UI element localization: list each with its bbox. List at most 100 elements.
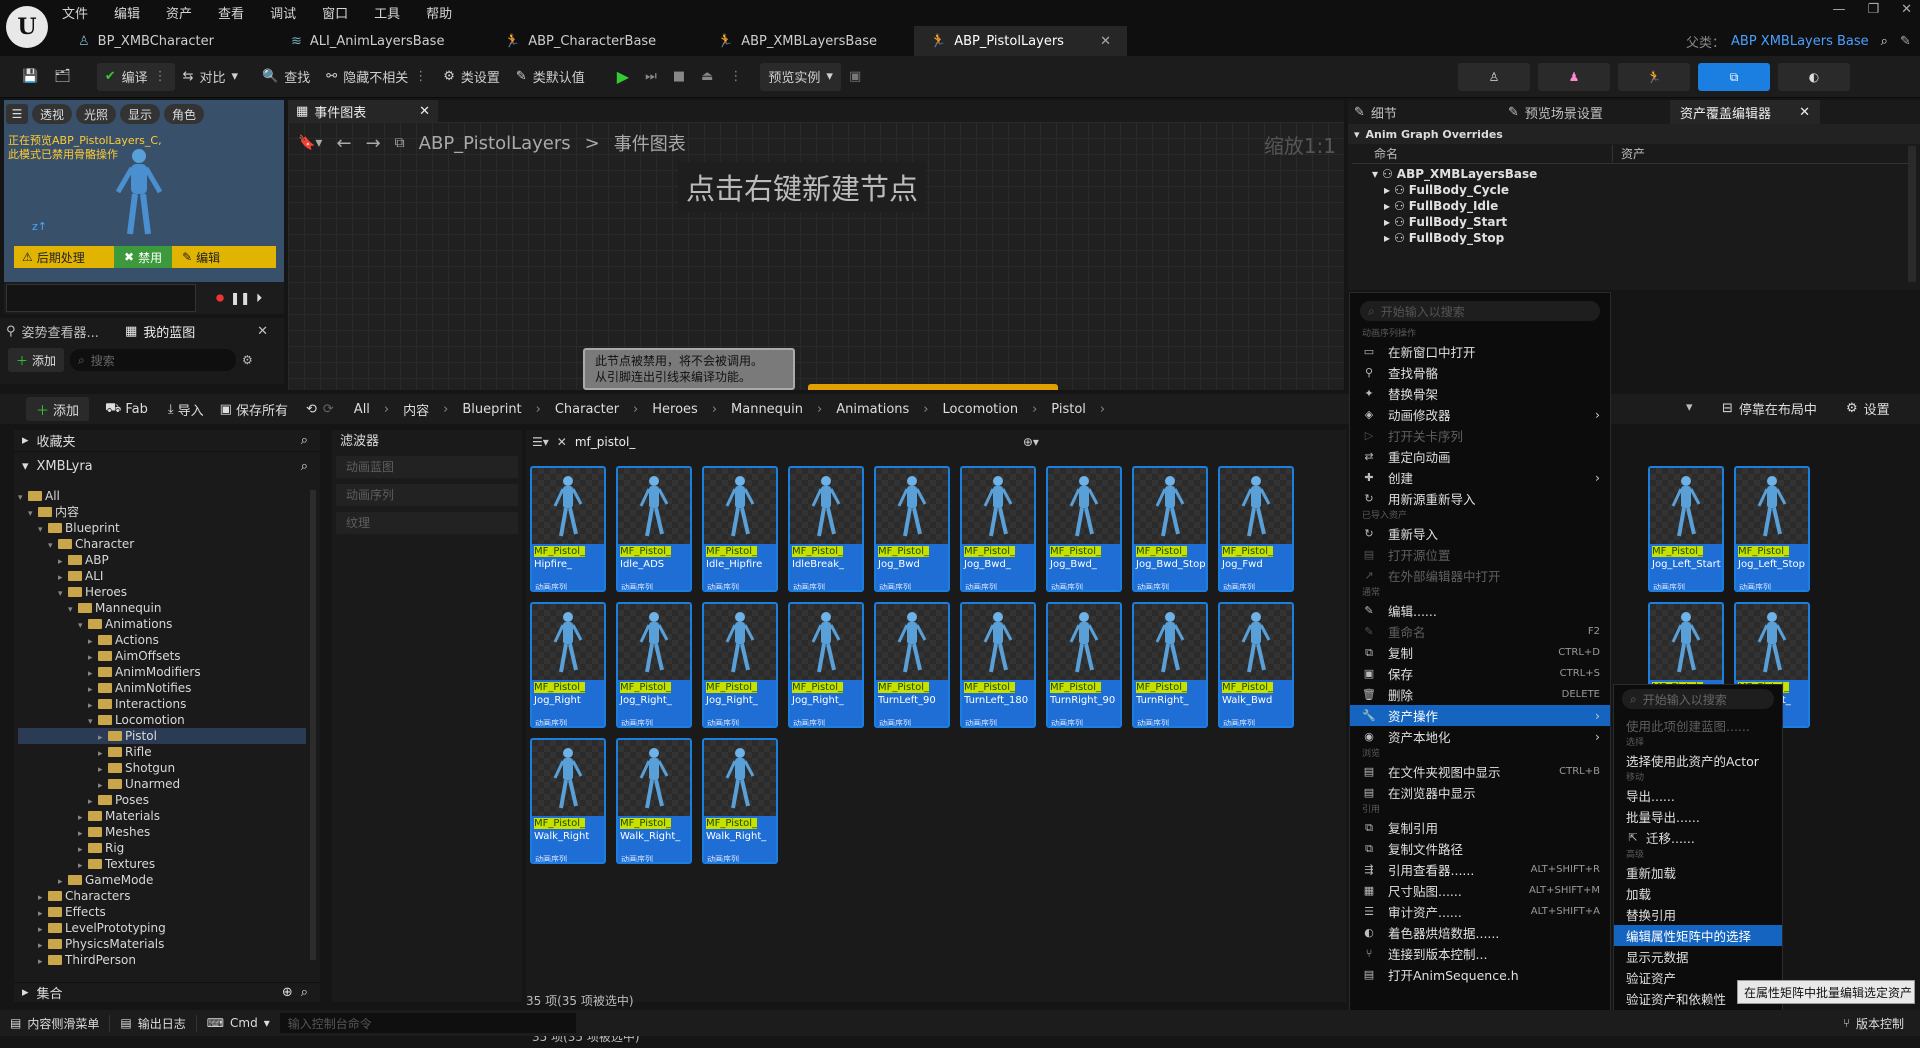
submenu-item[interactable]: 导出...... — [1614, 785, 1782, 806]
content-add-button[interactable]: ＋添加 — [26, 397, 90, 421]
path-segment[interactable]: Mannequin — [731, 402, 803, 417]
submenu-item[interactable]: 替换引用 — [1614, 904, 1782, 925]
close-tab-icon[interactable]: ✕ — [1100, 34, 1111, 49]
add-button[interactable]: ＋添加 — [8, 348, 65, 372]
menu-item[interactable]: 资产 — [166, 3, 192, 22]
submenu-item[interactable]: 批量导出...... — [1614, 806, 1782, 827]
tab-event-graph[interactable]: ▦ 事件图表 ✕ — [288, 100, 438, 122]
class-defaults-button[interactable]: ✎ 类默认值 — [508, 63, 593, 91]
skeleton-mode-icon[interactable]: ♙ — [1458, 63, 1530, 91]
folder-tree-item[interactable]: ▸ Textures — [18, 856, 306, 872]
folder-tree-item[interactable]: ▸ Meshes — [18, 824, 306, 840]
blueprint-search-input[interactable]: ⌕ 搜索 — [70, 349, 237, 371]
timeline-scrubber[interactable] — [6, 284, 196, 312]
blueprint-mode-icon[interactable]: ⧉ — [1698, 63, 1770, 91]
preview-viewport[interactable]: ☰ 透视 光照 显示 角色 正在预览ABP_PistolLayers_C, 此模… — [4, 100, 284, 282]
filter-icon[interactable]: ☰▾ — [532, 435, 549, 449]
asset-tile[interactable]: MF_Pistol_ Walk_Right_ 动画序列 — [616, 738, 692, 864]
save-icon[interactable]: 💾 — [14, 63, 46, 91]
folder-tree-item[interactable]: ▸ Pistol — [18, 728, 306, 744]
physics-mode-icon[interactable]: ◐ — [1778, 63, 1850, 91]
asset-tile[interactable]: MF_Pistol_ Jog_Right_ 动画序列 — [616, 602, 692, 728]
asset-tile[interactable]: MF_Pistol_ TurnLeft_90 动画序列 — [874, 602, 950, 728]
output-log-button[interactable]: ▤ 输出日志 — [110, 1014, 197, 1032]
gear-icon[interactable]: ⚙ — [242, 353, 253, 367]
context-menu-item[interactable]: 🗑 删除 DELETE — [1350, 684, 1610, 705]
show-button[interactable]: 显示 — [120, 104, 161, 124]
context-menu-item[interactable]: ✦ 替换骨架 — [1350, 383, 1610, 404]
bookmark-icon[interactable]: 🔖▾ — [298, 135, 322, 151]
pin-icon[interactable]: ✎ — [1900, 34, 1911, 49]
submenu-item[interactable]: 编辑属性矩阵中的选择 — [1614, 925, 1782, 946]
asset-tile[interactable]: MF_Pistol_ Jog_Right_ 动画序列 — [702, 602, 778, 728]
path-segment[interactable]: Locomotion — [943, 402, 1019, 417]
class-settings-button[interactable]: ⚙ 类设置 — [435, 63, 508, 91]
context-menu-item[interactable]: ⧉ 复制文件路径 — [1350, 838, 1610, 859]
edit-pp-button[interactable]: ✎ 编辑 — [172, 249, 230, 266]
dock-layout-button[interactable]: ⊟ 停靠在布局中 — [1722, 399, 1817, 418]
folder-tree-item[interactable]: ▾ 内容 — [18, 504, 306, 520]
asset-tile[interactable]: MF_Pistol_ Jog_Bwd_ 动画序列 — [1046, 466, 1122, 592]
folder-tree-item[interactable]: ▸ AimOffsets — [18, 648, 306, 664]
source-control-button[interactable]: ⑂ 版本控制 — [1843, 1015, 1904, 1032]
submenu-search-input[interactable]: ⌕ 开始输入以搜索 — [1622, 689, 1774, 709]
folder-tree-item[interactable]: ▸ Characters — [18, 888, 306, 904]
context-menu-item[interactable]: ⇶ 引用查看器...... ALT+SHIFT+R — [1350, 859, 1610, 880]
context-menu-item[interactable]: ↻ 重新导入 — [1350, 523, 1610, 544]
context-menu-item[interactable]: ▤ 在浏览器中显示 — [1350, 782, 1610, 803]
step-forward-icon[interactable]: ⏵ — [256, 291, 262, 306]
override-section-header[interactable]: ▾ Anim Graph Overrides — [1348, 124, 1920, 144]
context-menu-item[interactable]: ▣ 保存 CTRL+S — [1350, 663, 1610, 684]
content-drawer-button[interactable]: ▤ 内容侧滑菜单 — [0, 1014, 111, 1032]
close-tab-icon[interactable]: ✕ — [257, 324, 268, 339]
path-segment[interactable]: Blueprint — [462, 402, 521, 417]
mesh-mode-icon[interactable]: ♟ — [1538, 63, 1610, 91]
asset-tile[interactable]: MF_Pistol_ Idle_Hipfire 动画序列 — [702, 466, 778, 592]
folder-tree-item[interactable]: ▾ Blueprint — [18, 520, 306, 536]
parent-value[interactable]: ABP XMBLayers Base — [1731, 34, 1869, 49]
stop-icon[interactable]: ■ — [665, 63, 693, 91]
filter-item[interactable]: 动画蓝图 — [336, 456, 518, 478]
project-header[interactable]: ▾ XMBLyra ⌕ — [14, 454, 320, 478]
folder-tree-item[interactable]: ▸ ALI — [18, 568, 306, 584]
asset-tile[interactable]: MF_Pistol_ Jog_Right_ 动画序列 — [788, 602, 864, 728]
more-icon[interactable]: ⋮ — [721, 63, 750, 91]
folder-tree-item[interactable]: ▸ Interactions — [18, 696, 306, 712]
pause-icon[interactable]: ❚❚ — [230, 291, 250, 305]
context-menu-item[interactable]: ⧉ 复制引用 — [1350, 817, 1610, 838]
folder-tree-item[interactable]: ▸ ThirdPerson — [18, 952, 306, 968]
context-menu-item[interactable]: ▭ 在新窗口中打开 — [1350, 341, 1610, 362]
path-segment[interactable]: Heroes — [652, 402, 698, 417]
minimize-icon[interactable]: — — [1832, 2, 1845, 17]
asset-tile[interactable]: MF_Pistol_ Jog_Bwd_Stop 动画序列 — [1132, 466, 1208, 592]
folder-tree-item[interactable]: ▾ All — [18, 488, 306, 504]
close-icon[interactable]: ✕ — [1799, 105, 1810, 120]
unreal-logo-icon[interactable]: U — [6, 6, 48, 48]
menu-item[interactable]: 工具 — [374, 3, 400, 22]
asset-tile[interactable]: MF_Pistol_ Jog_Fwd 动画序列 — [1218, 466, 1294, 592]
context-menu-item[interactable]: ✎ 编辑...... — [1350, 600, 1610, 621]
context-menu-item[interactable]: ⇄ 重定向动画 — [1350, 446, 1610, 467]
folder-tree-item[interactable]: ▸ GameMode — [18, 872, 306, 888]
search-icon[interactable]: ⌕ — [1881, 34, 1888, 49]
menu-item[interactable]: 查看 — [218, 3, 244, 22]
record-icon[interactable]: ⏺ — [216, 288, 224, 308]
asset-tile[interactable]: MF_Pistol_ Jog_Right 动画序列 — [530, 602, 606, 728]
context-menu-item[interactable]: ☰ 审计资产...... ALT+SHIFT+A — [1350, 901, 1610, 922]
folder-tree-item[interactable]: ▾ Mannequin — [18, 600, 306, 616]
search-icon[interactable]: ⌕ — [301, 433, 308, 448]
path-segment[interactable]: 内容 — [403, 400, 429, 419]
animation-mode-icon[interactable]: 🏃 — [1618, 63, 1690, 91]
context-menu-item[interactable]: ⑂ 连接到版本控制... — [1350, 943, 1610, 964]
path-segment[interactable]: Animations — [836, 402, 909, 417]
cmd-dropdown[interactable]: ⌨ Cmd ▾ — [197, 1016, 280, 1030]
submenu-item[interactable]: 选择使用此资产的Actor — [1614, 750, 1782, 771]
lighting-button[interactable]: 光照 — [76, 104, 117, 124]
content-settings-button[interactable]: ⚙ 设置 — [1846, 399, 1890, 418]
folder-tree-item[interactable]: ▸ Unarmed — [18, 776, 306, 792]
asset-tile[interactable]: MF_Pistol_ TurnLeft_180 动画序列 — [960, 602, 1036, 728]
disabled-node[interactable] — [808, 384, 1058, 390]
asset-tab[interactable]: 🏃 ABP_CharacterBase — [488, 26, 701, 56]
filter-item[interactable]: 动画序列 — [336, 484, 518, 506]
asset-tile[interactable]: MF_Pistol_ Walk_Right 动画序列 — [530, 738, 606, 864]
